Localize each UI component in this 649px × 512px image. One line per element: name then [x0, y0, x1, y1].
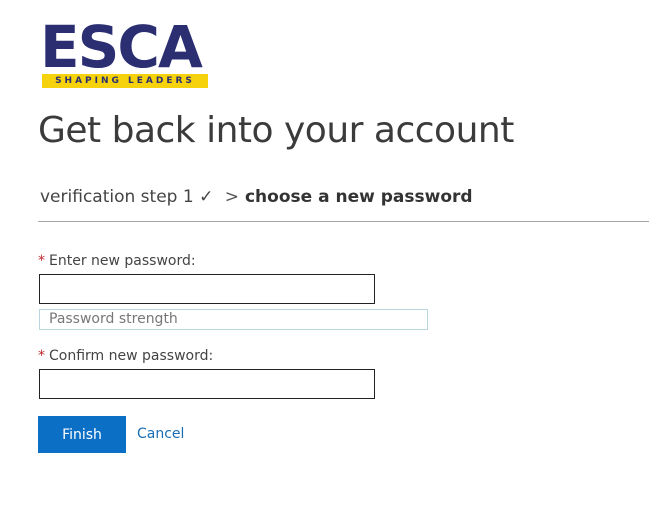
logo-tagline: SHAPING LEADERS — [42, 74, 208, 88]
password-reset-page: ESCA SHAPING LEADERS Get back into your … — [0, 0, 649, 512]
breadcrumb-current-step: choose a new password — [244, 187, 473, 207]
finish-button[interactable]: Finish — [38, 416, 126, 453]
new-password-input[interactable] — [39, 274, 375, 304]
checkmark-icon: ✓ — [199, 187, 214, 207]
esca-logo: ESCA SHAPING LEADERS — [40, 18, 212, 90]
header-divider — [38, 221, 649, 222]
new-password-label-text: Enter new password: — [49, 253, 196, 269]
required-marker: * — [38, 253, 45, 269]
confirm-password-label-text: Confirm new password: — [49, 348, 214, 364]
page-title: Get back into your account — [38, 110, 514, 151]
confirm-password-input[interactable] — [39, 369, 375, 399]
password-strength-indicator: Password strength — [39, 309, 428, 330]
cancel-link[interactable]: Cancel — [137, 426, 184, 442]
breadcrumb-separator: > — [224, 187, 239, 207]
required-marker: * — [38, 348, 45, 364]
new-password-label: * Enter new password: — [38, 253, 196, 269]
breadcrumb-step-1: verification step 1 — [40, 187, 194, 207]
breadcrumb: verification step 1 ✓ > choose a new pass… — [40, 187, 473, 207]
confirm-password-label: * Confirm new password: — [38, 348, 213, 364]
logo-wordmark: ESCA — [40, 13, 203, 81]
